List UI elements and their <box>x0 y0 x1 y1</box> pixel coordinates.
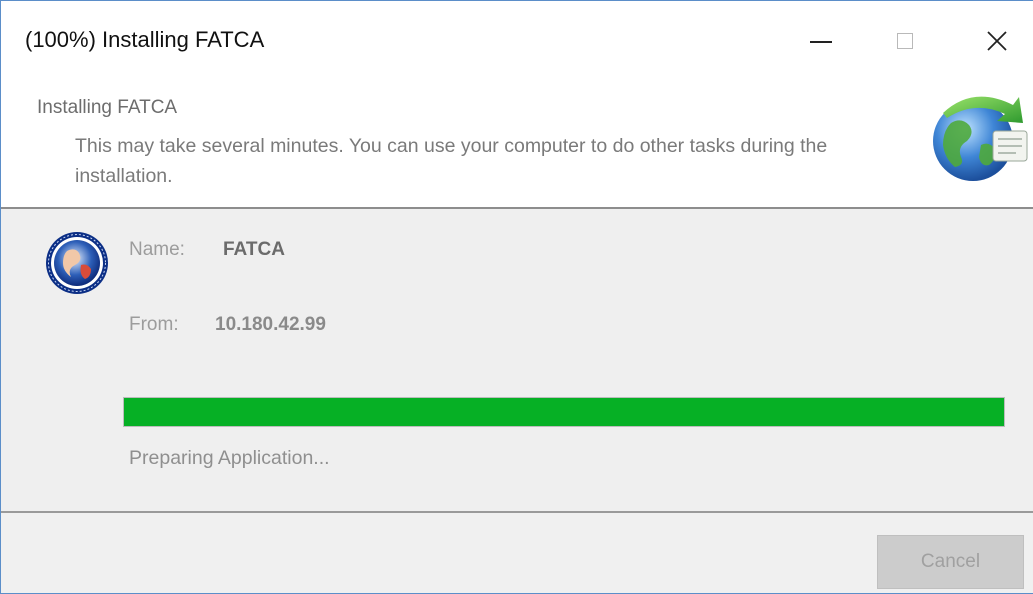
close-icon <box>987 31 1007 51</box>
header-title: Installing FATCA <box>37 97 178 118</box>
install-progress-bar <box>123 397 1005 427</box>
header-description: This may take several minutes. You can u… <box>75 135 828 187</box>
minimize-button[interactable] <box>791 19 851 63</box>
name-label: Name: <box>129 239 185 260</box>
window-title: (100%) Installing FATCA <box>25 27 265 52</box>
minimize-icon <box>810 41 832 43</box>
maximize-button[interactable] <box>875 19 935 63</box>
footer-panel: Cancel <box>1 513 1033 593</box>
maximize-icon <box>897 33 913 49</box>
header-panel: Installing FATCA This may take several m… <box>1 83 1033 207</box>
globe-install-icon <box>933 96 1028 181</box>
status-text: Preparing Application... <box>129 447 330 469</box>
app-seal-icon <box>46 232 108 294</box>
close-button[interactable] <box>967 19 1027 63</box>
installer-window: (100%) Installing FATCA Installing FATCA… <box>0 0 1033 594</box>
name-value: FATCA <box>223 239 285 260</box>
from-label: From: <box>129 314 179 335</box>
from-value: 10.180.42.99 <box>215 314 326 335</box>
title-bar[interactable]: (100%) Installing FATCA <box>1 1 1033 83</box>
progress-fill <box>124 398 1004 426</box>
cancel-button[interactable]: Cancel <box>877 535 1024 589</box>
main-panel: Name: FATCA From: 10.180.42.99 Preparing… <box>1 209 1033 511</box>
